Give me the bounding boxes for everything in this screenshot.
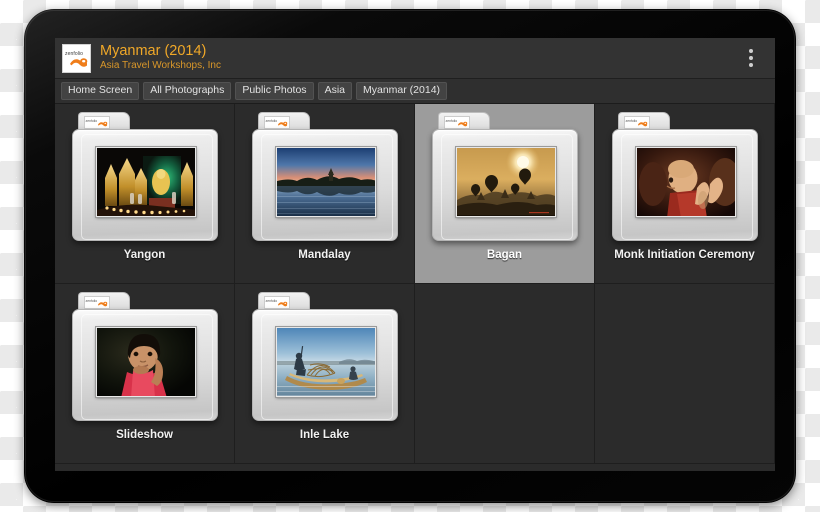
folder-icon: zenfolio: [251, 292, 398, 421]
folder-body: [611, 129, 758, 241]
zenfolio-swoosh-icon: [70, 57, 88, 67]
empty-grid-cell: [415, 284, 595, 464]
folder-label: Mandalay: [298, 249, 351, 261]
tablet-screen: zenfolio Myanmar (2014) Asia Travel Work…: [55, 38, 775, 471]
folder-cell[interactable]: zenfolio Inle Lake: [235, 284, 415, 464]
breadcrumb-item[interactable]: Myanmar (2014): [356, 82, 448, 100]
empty-grid-cell: [595, 284, 775, 464]
title-block: Myanmar (2014) Asia Travel Workshops, In…: [100, 43, 733, 72]
tablet-device: zenfolio Myanmar (2014) Asia Travel Work…: [24, 9, 796, 503]
folder-body: [71, 129, 218, 241]
folder-thumbnail: [274, 146, 377, 218]
zenfolio-badge-icon: zenfolio: [443, 116, 470, 129]
overflow-menu-icon[interactable]: [733, 38, 769, 79]
folder-icon: zenfolio: [611, 112, 758, 241]
folder-label: Slideshow: [116, 429, 173, 441]
folder-label: Bagan: [486, 249, 523, 261]
folder-icon: zenfolio: [431, 112, 578, 241]
folder-icon: zenfolio: [251, 112, 398, 241]
zenfolio-logo-icon: zenfolio: [62, 43, 91, 73]
folder-body: [431, 129, 578, 241]
folder-label: Yangon: [123, 249, 166, 261]
page-subtitle: Asia Travel Workshops, Inc: [100, 60, 221, 72]
folder-thumbnail: [634, 146, 737, 218]
folder-label: Inle Lake: [299, 429, 350, 441]
breadcrumb-item[interactable]: Public Photos: [235, 82, 314, 100]
zenfolio-badge-icon: zenfolio: [263, 296, 290, 309]
overflow-dot: [749, 63, 753, 67]
folder-icon: zenfolio: [71, 112, 218, 241]
folder-thumbnail: [94, 326, 197, 398]
zenfolio-badge-icon: zenfolio: [263, 116, 290, 129]
folder-grid: zenfolio Yangon zenfolio Mandalay zenfol…: [55, 104, 775, 471]
overflow-dot: [749, 49, 753, 53]
folder-body: [251, 309, 398, 421]
folder-body: [251, 129, 398, 241]
folder-thumbnail: [274, 326, 377, 398]
zenfolio-badge-icon: zenfolio: [83, 116, 110, 129]
folder-thumbnail: [454, 146, 557, 218]
folder-cell[interactable]: zenfolio Monk Initiation Ceremony: [595, 104, 775, 284]
page-title: Myanmar (2014): [100, 43, 207, 60]
folder-thumbnail: [94, 146, 197, 218]
app-bar: zenfolio Myanmar (2014) Asia Travel Work…: [55, 38, 775, 79]
breadcrumb-item[interactable]: All Photographs: [143, 82, 232, 100]
folder-body: [71, 309, 218, 421]
breadcrumb-item[interactable]: Home Screen: [61, 82, 140, 100]
folder-label: Monk Initiation Ceremony: [614, 249, 755, 261]
folder-cell[interactable]: zenfolio Bagan: [415, 104, 595, 284]
zenfolio-badge-icon: zenfolio: [83, 296, 110, 309]
breadcrumb-item[interactable]: Asia: [317, 82, 352, 100]
folder-icon: zenfolio: [71, 292, 218, 421]
overflow-dot: [749, 56, 753, 60]
zenfolio-badge-icon: zenfolio: [623, 116, 650, 129]
breadcrumb: Home Screen All Photographs Public Photos A…: [55, 79, 775, 104]
folder-cell[interactable]: zenfolio Mandalay: [235, 104, 415, 284]
folder-cell[interactable]: zenfolio Slideshow: [55, 284, 235, 464]
folder-cell[interactable]: zenfolio Yangon: [55, 104, 235, 284]
